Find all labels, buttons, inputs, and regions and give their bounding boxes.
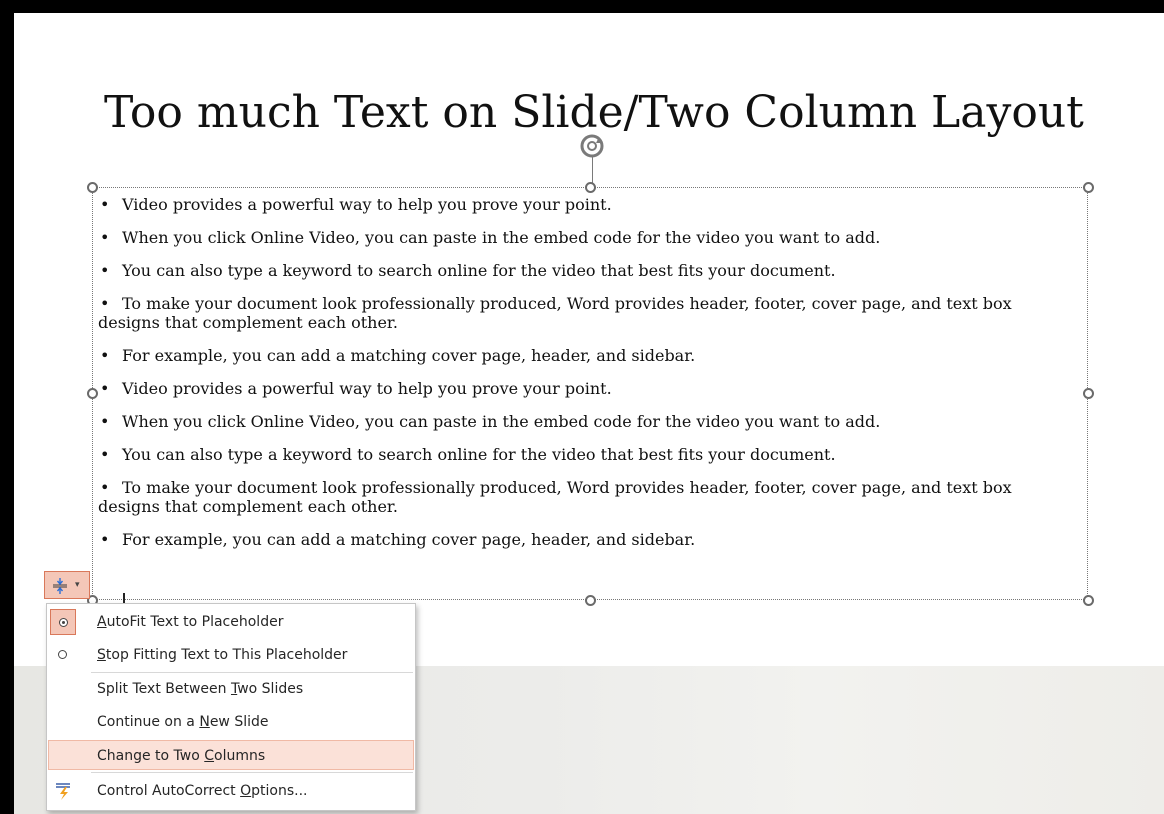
menu-item-label: Split Text Between Two Slides	[97, 681, 304, 697]
bullet-text: You can also type a keyword to search on…	[122, 261, 836, 280]
menu-item-label: Stop Fitting Text to This Placeholder	[97, 647, 348, 663]
menu-item-label: Continue on a New Slide	[97, 714, 269, 730]
radio-checked-box	[50, 609, 76, 635]
bullet-item[interactable]: • You can also type a keyword to search o…	[98, 445, 1078, 464]
menu-item-label: AutoFit Text to Placeholder	[97, 614, 284, 630]
bullet-text: You can also type a keyword to search on…	[122, 445, 836, 464]
resize-handle-top-right[interactable]	[1083, 182, 1094, 193]
bullet-item[interactable]: • When you click Online Video, you can pa…	[98, 228, 1078, 247]
menu-separator	[91, 772, 413, 773]
bullet-marker: •	[100, 478, 110, 497]
menu-item-continue-new-slide[interactable]: Continue on a New Slide	[48, 707, 414, 737]
bullet-item[interactable]: • For example, you can add a matching cov…	[98, 530, 1078, 549]
bullet-item[interactable]: • When you click Online Video, you can pa…	[98, 412, 1078, 431]
menu-item-label: Change to Two Columns	[97, 748, 266, 764]
resize-handle-top-left[interactable]	[87, 182, 98, 193]
resize-handle-top-center[interactable]	[585, 182, 596, 193]
bullet-marker: •	[100, 346, 110, 365]
bullet-text: Video provides a powerful way to help yo…	[122, 195, 612, 214]
resize-handle-middle-right[interactable]	[1083, 388, 1094, 399]
bullet-item[interactable]: • Video provides a powerful way to help y…	[98, 379, 1078, 398]
autofit-options-button[interactable]: ▾	[44, 571, 90, 599]
bullet-list[interactable]: • Video provides a powerful way to help y…	[98, 195, 1078, 563]
bullet-text: For example, you can add a matching cove…	[122, 346, 696, 365]
bullet-marker: •	[100, 379, 110, 398]
autocorrect-lightning-icon	[56, 783, 70, 800]
radio-unchecked-icon	[58, 650, 67, 659]
radio-unchecked-box	[50, 642, 76, 668]
bullet-item[interactable]: • Video provides a powerful way to help y…	[98, 195, 1078, 214]
menu-item-autocorrect-options[interactable]: Control AutoCorrect Options...	[48, 776, 414, 806]
bullet-text: For example, you can add a matching cove…	[122, 530, 696, 549]
window-frame: Too much Text on Slide/Two Column Layout…	[0, 0, 1164, 814]
resize-handle-bottom-right[interactable]	[1083, 595, 1094, 606]
radio-checked-icon	[59, 618, 68, 627]
bullet-text: Video provides a powerful way to help yo…	[122, 379, 612, 398]
menu-item-stop-fitting[interactable]: Stop Fitting Text to This Placeholder	[48, 640, 414, 670]
rotate-handle-icon[interactable]	[577, 131, 607, 161]
resize-handle-middle-left[interactable]	[87, 388, 98, 399]
menu-separator	[91, 672, 413, 673]
bullet-marker: •	[100, 412, 110, 431]
bullet-text: To make your document look professionall…	[98, 478, 1012, 516]
autofit-options-icon	[53, 578, 67, 594]
menu-item-change-two-columns[interactable]: Change to Two Columns	[48, 740, 414, 770]
resize-handle-bottom-center[interactable]	[585, 595, 596, 606]
menu-item-label: Control AutoCorrect Options...	[97, 783, 308, 799]
bullet-marker: •	[100, 228, 110, 247]
menu-item-split-text[interactable]: Split Text Between Two Slides	[48, 674, 414, 704]
bullet-text: To make your document look professionall…	[98, 294, 1012, 332]
bullet-item[interactable]: • To make your document look professional…	[98, 294, 1078, 332]
bullet-marker: •	[100, 261, 110, 280]
bullet-text: When you click Online Video, you can pas…	[122, 228, 881, 247]
slide-canvas: Too much Text on Slide/Two Column Layout…	[14, 13, 1164, 814]
bullet-item[interactable]: • For example, you can add a matching cov…	[98, 346, 1078, 365]
bullet-item[interactable]: • To make your document look professional…	[98, 478, 1078, 516]
chevron-down-icon: ▾	[75, 580, 80, 590]
menu-item-autofit-text[interactable]: AutoFit Text to Placeholder	[48, 607, 414, 637]
autofit-options-menu: AutoFit Text to Placeholder Stop Fitting…	[46, 603, 416, 811]
bullet-item[interactable]: • You can also type a keyword to search o…	[98, 261, 1078, 280]
bullet-marker: •	[100, 294, 110, 313]
bullet-marker: •	[100, 530, 110, 549]
bullet-text: When you click Online Video, you can pas…	[122, 412, 881, 431]
bullet-marker: •	[100, 195, 110, 214]
bullet-marker: •	[100, 445, 110, 464]
